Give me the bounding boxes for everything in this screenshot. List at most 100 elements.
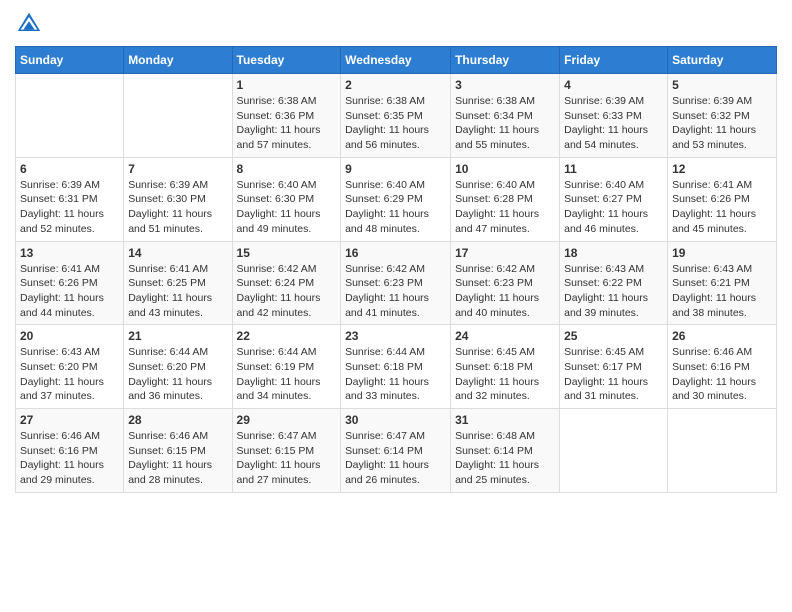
day-number: 9 [345,162,446,176]
day-number: 16 [345,246,446,260]
cell-content: Sunset: 6:16 PM [20,444,119,459]
cell-content: Daylight: 11 hours and 26 minutes. [345,458,446,487]
day-number: 8 [237,162,337,176]
logo [15,10,47,38]
cell-content: Sunset: 6:31 PM [20,192,119,207]
calendar-week-row: 27Sunrise: 6:46 AMSunset: 6:16 PMDayligh… [16,409,777,493]
calendar-cell: 21Sunrise: 6:44 AMSunset: 6:20 PMDayligh… [124,325,232,409]
day-number: 31 [455,413,555,427]
cell-content: Sunset: 6:26 PM [672,192,772,207]
day-number: 1 [237,78,337,92]
day-number: 21 [128,329,227,343]
cell-content: Daylight: 11 hours and 31 minutes. [564,375,663,404]
day-number: 14 [128,246,227,260]
cell-content: Daylight: 11 hours and 40 minutes. [455,291,555,320]
header-row: SundayMondayTuesdayWednesdayThursdayFrid… [16,47,777,74]
calendar-week-row: 6Sunrise: 6:39 AMSunset: 6:31 PMDaylight… [16,157,777,241]
cell-content: Sunset: 6:35 PM [345,109,446,124]
cell-content: Daylight: 11 hours and 52 minutes. [20,207,119,236]
header-day: Tuesday [232,47,341,74]
calendar-cell: 26Sunrise: 6:46 AMSunset: 6:16 PMDayligh… [668,325,777,409]
cell-content: Sunset: 6:20 PM [20,360,119,375]
cell-content: Sunset: 6:25 PM [128,276,227,291]
cell-content: Daylight: 11 hours and 44 minutes. [20,291,119,320]
calendar-cell: 9Sunrise: 6:40 AMSunset: 6:29 PMDaylight… [341,157,451,241]
calendar-cell: 1Sunrise: 6:38 AMSunset: 6:36 PMDaylight… [232,74,341,158]
cell-content: Sunset: 6:18 PM [455,360,555,375]
cell-content: Sunset: 6:19 PM [237,360,337,375]
calendar-body: 1Sunrise: 6:38 AMSunset: 6:36 PMDaylight… [16,74,777,493]
calendar-cell: 22Sunrise: 6:44 AMSunset: 6:19 PMDayligh… [232,325,341,409]
cell-content: Daylight: 11 hours and 47 minutes. [455,207,555,236]
cell-content: Sunrise: 6:44 AM [128,345,227,360]
cell-content: Sunrise: 6:39 AM [672,94,772,109]
cell-content: Sunset: 6:30 PM [128,192,227,207]
cell-content: Sunrise: 6:39 AM [128,178,227,193]
day-number: 18 [564,246,663,260]
calendar-week-row: 20Sunrise: 6:43 AMSunset: 6:20 PMDayligh… [16,325,777,409]
day-number: 19 [672,246,772,260]
cell-content: Sunrise: 6:44 AM [345,345,446,360]
cell-content: Daylight: 11 hours and 34 minutes. [237,375,337,404]
cell-content: Sunrise: 6:42 AM [237,262,337,277]
calendar-cell: 14Sunrise: 6:41 AMSunset: 6:25 PMDayligh… [124,241,232,325]
day-number: 12 [672,162,772,176]
cell-content: Sunrise: 6:48 AM [455,429,555,444]
calendar-cell: 11Sunrise: 6:40 AMSunset: 6:27 PMDayligh… [560,157,668,241]
cell-content: Sunrise: 6:42 AM [455,262,555,277]
calendar-cell: 12Sunrise: 6:41 AMSunset: 6:26 PMDayligh… [668,157,777,241]
cell-content: Sunrise: 6:43 AM [564,262,663,277]
day-number: 25 [564,329,663,343]
day-number: 30 [345,413,446,427]
cell-content: Sunrise: 6:41 AM [20,262,119,277]
cell-content: Sunrise: 6:46 AM [672,345,772,360]
day-number: 24 [455,329,555,343]
cell-content: Sunrise: 6:40 AM [564,178,663,193]
cell-content: Sunset: 6:28 PM [455,192,555,207]
cell-content: Daylight: 11 hours and 30 minutes. [672,375,772,404]
cell-content: Sunset: 6:24 PM [237,276,337,291]
page-header [15,10,777,38]
day-number: 20 [20,329,119,343]
cell-content: Sunrise: 6:38 AM [345,94,446,109]
cell-content: Sunrise: 6:45 AM [455,345,555,360]
cell-content: Sunset: 6:33 PM [564,109,663,124]
day-number: 4 [564,78,663,92]
calendar-cell: 28Sunrise: 6:46 AMSunset: 6:15 PMDayligh… [124,409,232,493]
calendar-cell: 6Sunrise: 6:39 AMSunset: 6:31 PMDaylight… [16,157,124,241]
calendar-cell: 15Sunrise: 6:42 AMSunset: 6:24 PMDayligh… [232,241,341,325]
cell-content: Sunrise: 6:38 AM [455,94,555,109]
cell-content: Sunset: 6:23 PM [345,276,446,291]
cell-content: Sunrise: 6:39 AM [20,178,119,193]
cell-content: Daylight: 11 hours and 46 minutes. [564,207,663,236]
cell-content: Daylight: 11 hours and 39 minutes. [564,291,663,320]
calendar-header: SundayMondayTuesdayWednesdayThursdayFrid… [16,47,777,74]
cell-content: Daylight: 11 hours and 28 minutes. [128,458,227,487]
cell-content: Sunrise: 6:47 AM [237,429,337,444]
cell-content: Sunrise: 6:38 AM [237,94,337,109]
day-number: 17 [455,246,555,260]
cell-content: Sunset: 6:30 PM [237,192,337,207]
day-number: 29 [237,413,337,427]
day-number: 2 [345,78,446,92]
cell-content: Sunset: 6:18 PM [345,360,446,375]
calendar-cell [560,409,668,493]
calendar-week-row: 13Sunrise: 6:41 AMSunset: 6:26 PMDayligh… [16,241,777,325]
cell-content: Daylight: 11 hours and 42 minutes. [237,291,337,320]
cell-content: Daylight: 11 hours and 55 minutes. [455,123,555,152]
header-day: Saturday [668,47,777,74]
calendar-cell: 8Sunrise: 6:40 AMSunset: 6:30 PMDaylight… [232,157,341,241]
day-number: 3 [455,78,555,92]
cell-content: Daylight: 11 hours and 41 minutes. [345,291,446,320]
calendar-cell: 23Sunrise: 6:44 AMSunset: 6:18 PMDayligh… [341,325,451,409]
cell-content: Sunset: 6:36 PM [237,109,337,124]
calendar-cell: 10Sunrise: 6:40 AMSunset: 6:28 PMDayligh… [451,157,560,241]
cell-content: Daylight: 11 hours and 27 minutes. [237,458,337,487]
cell-content: Sunrise: 6:42 AM [345,262,446,277]
cell-content: Daylight: 11 hours and 48 minutes. [345,207,446,236]
cell-content: Sunset: 6:29 PM [345,192,446,207]
cell-content: Sunset: 6:34 PM [455,109,555,124]
cell-content: Daylight: 11 hours and 37 minutes. [20,375,119,404]
cell-content: Sunset: 6:27 PM [564,192,663,207]
cell-content: Sunset: 6:21 PM [672,276,772,291]
